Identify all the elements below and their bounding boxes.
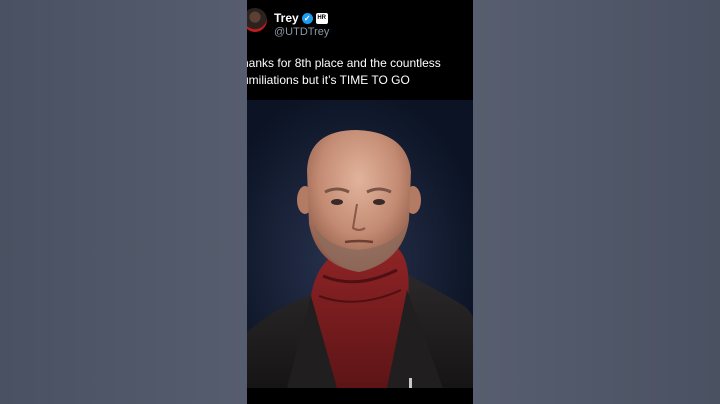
short-video-frame[interactable]: Trey ✓ HR @UTDTrey hanks for 8th place a…: [247, 0, 473, 404]
affiliate-badge-icon: HR: [315, 12, 328, 24]
tweet-photo: [247, 100, 473, 388]
avatar: [247, 8, 267, 32]
author-row: Trey ✓ HR: [274, 11, 328, 25]
verified-check-icon: ✓: [301, 12, 313, 24]
left-blurred-background: [0, 0, 247, 404]
man-portrait-illustration: [247, 100, 473, 388]
tweet-header: Trey ✓ HR @UTDTrey: [247, 8, 473, 42]
author-handle: @UTDTrey: [274, 26, 330, 38]
bottom-strip: [247, 388, 473, 404]
tweet-text: hanks for 8th place and the countless um…: [247, 56, 441, 87]
author-name: Trey: [274, 11, 299, 25]
right-blurred-background: [473, 0, 720, 404]
